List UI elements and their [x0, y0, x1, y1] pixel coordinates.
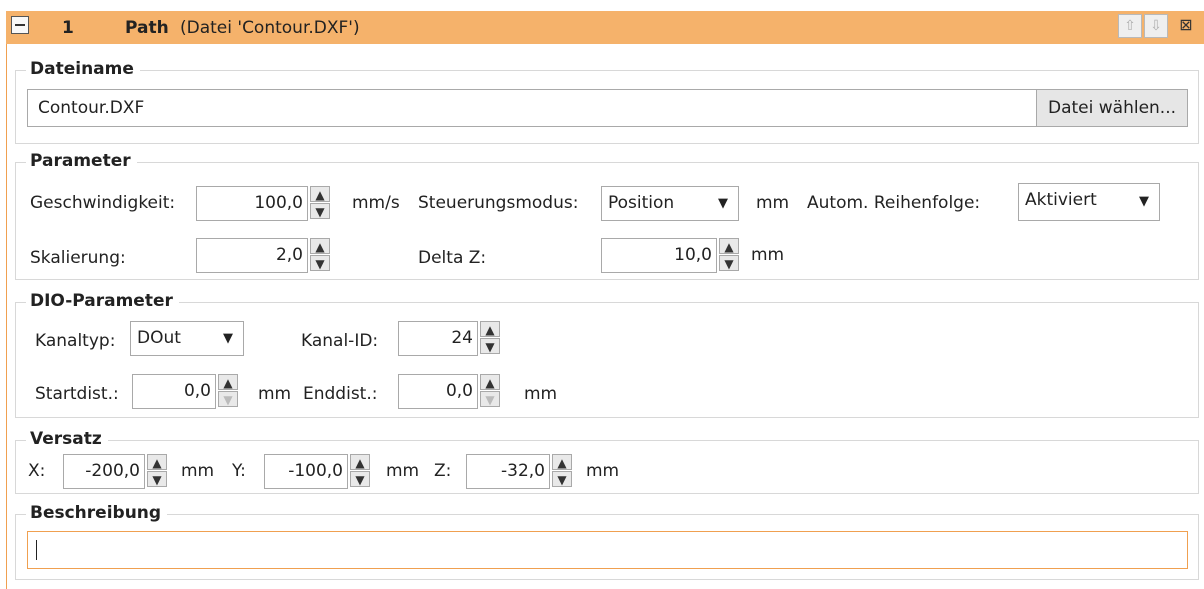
- delta-z-stepper[interactable]: ▲ ▼: [719, 238, 739, 273]
- arrow-down-icon: ⇩: [1150, 18, 1162, 34]
- chevron-up-icon[interactable]: ▲: [719, 238, 739, 254]
- end-dist-input[interactable]: 0,0: [398, 374, 478, 409]
- control-mode-value: Position: [608, 193, 675, 213]
- file-group-label: Dateiname: [26, 59, 140, 79]
- offset-z-stepper[interactable]: ▲ ▼: [552, 454, 572, 489]
- start-dist-unit: mm: [258, 384, 292, 404]
- offset-x-label: X:: [28, 461, 46, 481]
- chevron-down-icon[interactable]: ▼: [480, 391, 500, 407]
- chevron-up-icon[interactable]: ▲: [350, 454, 370, 470]
- channel-type-label: Kanaltyp:: [35, 331, 116, 351]
- channel-id-label: Kanal-ID:: [301, 331, 379, 351]
- left-rail: [6, 44, 7, 589]
- delta-z-label: Delta Z:: [418, 248, 487, 268]
- item-title: Path: [125, 18, 169, 38]
- remove-button[interactable]: ⊠: [1174, 14, 1198, 38]
- collapse-icon[interactable]: [11, 16, 29, 34]
- channel-id-input[interactable]: 24: [398, 321, 478, 356]
- speed-unit: mm/s: [352, 193, 400, 213]
- item-subtitle: (Datei 'Contour.DXF'): [180, 18, 360, 38]
- end-dist-unit: mm: [524, 384, 558, 404]
- text-caret: [36, 540, 37, 560]
- speed-label: Geschwindigkeit:: [30, 193, 176, 213]
- chevron-up-icon[interactable]: ▲: [218, 374, 238, 390]
- speed-stepper[interactable]: ▲ ▼: [310, 186, 330, 221]
- chevron-up-icon[interactable]: ▲: [147, 454, 167, 470]
- start-dist-label: Startdist.:: [35, 384, 119, 404]
- description-input[interactable]: [27, 531, 1188, 569]
- dropdown-arrow-icon: ▼: [718, 196, 728, 211]
- arrow-up-icon: ⇧: [1124, 18, 1136, 34]
- dio-group-label: DIO-Parameter: [26, 291, 179, 311]
- chevron-down-icon[interactable]: ▼: [480, 338, 500, 354]
- chevron-down-icon[interactable]: ▼: [310, 255, 330, 271]
- offset-x-stepper[interactable]: ▲ ▼: [147, 454, 167, 489]
- offset-group-label: Versatz: [26, 429, 108, 449]
- chevron-up-icon[interactable]: ▲: [552, 454, 572, 470]
- chevron-up-icon[interactable]: ▲: [310, 186, 330, 202]
- delta-z-unit: mm: [751, 245, 785, 265]
- start-dist-stepper[interactable]: ▲ ▼: [218, 374, 238, 409]
- move-up-button[interactable]: ⇧: [1118, 14, 1142, 38]
- control-mode-unit: mm: [756, 193, 790, 213]
- filename-input[interactable]: Contour.DXF: [27, 89, 1037, 127]
- dropdown-arrow-icon: ▼: [1139, 194, 1149, 209]
- chevron-down-icon[interactable]: ▼: [552, 471, 572, 487]
- auto-order-label: Autom. Reihenfolge:: [807, 193, 981, 213]
- offset-y-unit: mm: [386, 461, 420, 481]
- choose-file-button[interactable]: Datei wählen...: [1036, 89, 1188, 127]
- auto-order-select[interactable]: Aktiviert ▼: [1018, 183, 1160, 221]
- item-index: 1: [62, 18, 74, 38]
- offset-y-label: Y:: [232, 461, 246, 481]
- offset-y-stepper[interactable]: ▲ ▼: [350, 454, 370, 489]
- parameter-group-label: Parameter: [26, 151, 137, 171]
- chevron-down-icon[interactable]: ▼: [218, 391, 238, 407]
- control-mode-select[interactable]: Position ▼: [601, 186, 739, 221]
- chevron-down-icon[interactable]: ▼: [350, 471, 370, 487]
- channel-type-select[interactable]: DOut ▼: [130, 321, 244, 356]
- dropdown-arrow-icon: ▼: [223, 331, 233, 346]
- end-dist-label: Enddist.:: [303, 384, 378, 404]
- offset-z-unit: mm: [586, 461, 620, 481]
- end-dist-stepper[interactable]: ▲ ▼: [480, 374, 500, 409]
- chevron-down-icon[interactable]: ▼: [719, 255, 739, 271]
- channel-type-value: DOut: [137, 328, 181, 348]
- scaling-label: Skalierung:: [30, 248, 126, 268]
- delta-z-input[interactable]: 10,0: [601, 238, 717, 273]
- offset-y-input[interactable]: -100,0: [264, 454, 348, 489]
- channel-id-stepper[interactable]: ▲ ▼: [480, 321, 500, 356]
- chevron-down-icon[interactable]: ▼: [310, 203, 330, 219]
- offset-z-input[interactable]: -32,0: [466, 454, 550, 489]
- start-dist-input[interactable]: 0,0: [132, 374, 216, 409]
- chevron-up-icon[interactable]: ▲: [310, 238, 330, 254]
- move-down-button[interactable]: ⇩: [1144, 14, 1168, 38]
- scaling-input[interactable]: 2,0: [196, 238, 308, 273]
- scaling-stepper[interactable]: ▲ ▼: [310, 238, 330, 273]
- offset-x-unit: mm: [181, 461, 215, 481]
- offset-z-label: Z:: [434, 461, 452, 481]
- chevron-up-icon[interactable]: ▲: [480, 374, 500, 390]
- speed-input[interactable]: 100,0: [196, 186, 308, 221]
- auto-order-value: Aktiviert: [1025, 190, 1097, 210]
- close-icon: ⊠: [1179, 15, 1193, 34]
- description-group-label: Beschreibung: [26, 503, 168, 523]
- control-mode-label: Steuerungsmodus:: [418, 193, 579, 213]
- offset-x-input[interactable]: -200,0: [63, 454, 145, 489]
- chevron-up-icon[interactable]: ▲: [480, 321, 500, 337]
- chevron-down-icon[interactable]: ▼: [147, 471, 167, 487]
